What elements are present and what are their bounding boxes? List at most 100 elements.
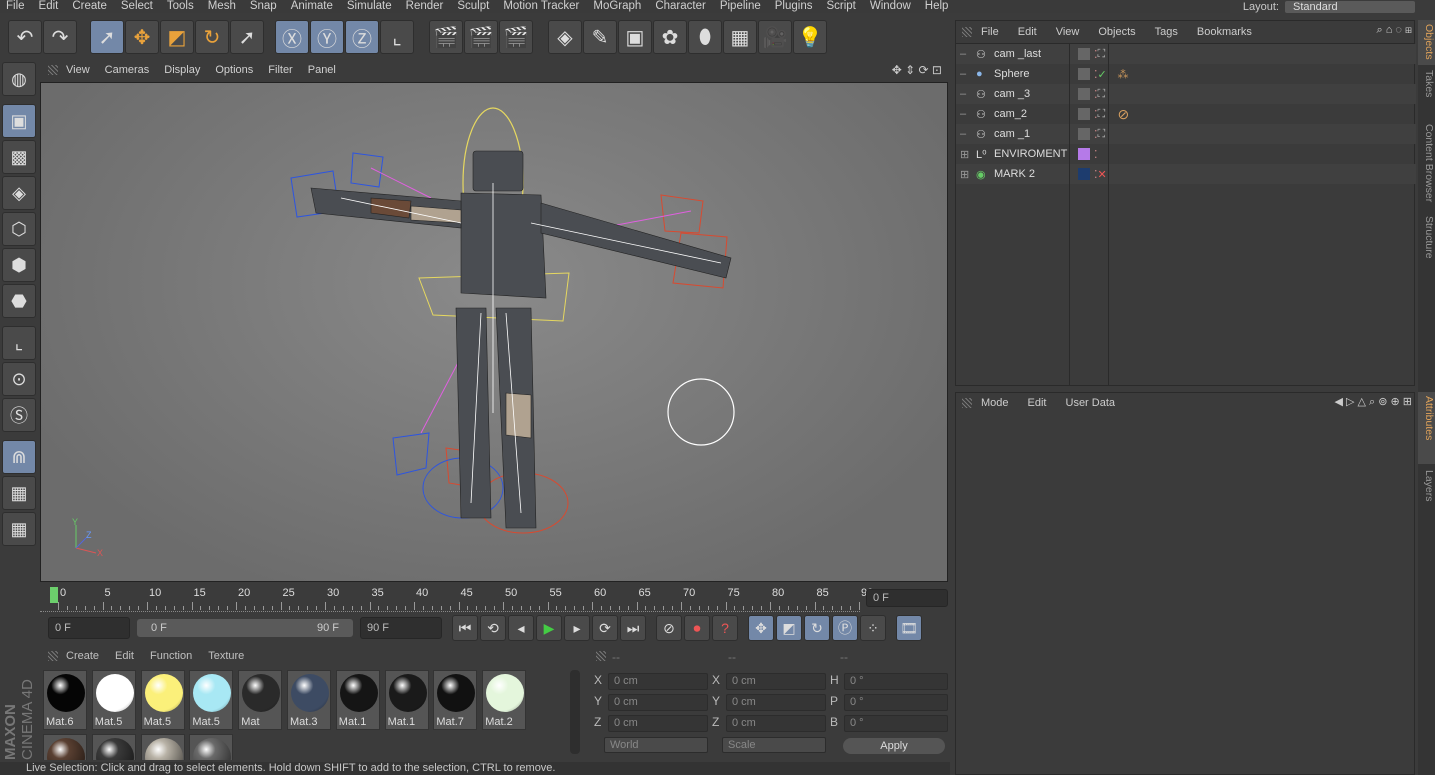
start-frame-field[interactable]: 0 F [48, 617, 130, 639]
rotate-icon[interactable]: ↻ [195, 20, 229, 54]
render-view-icon[interactable]: 🎬 [429, 20, 463, 54]
object-row[interactable]: ⊞ L⁰ ENVIROMENT ⁚ [956, 144, 1416, 164]
key-pla-icon[interactable]: ⁘ [860, 615, 886, 641]
viewport-menu-filter[interactable]: Filter [268, 64, 292, 76]
material-swatch[interactable]: Mat.2 [482, 670, 527, 730]
edit-render-settings-icon[interactable]: 🎬 [499, 20, 533, 54]
expand-icon[interactable]: ⊞ [960, 148, 976, 161]
size-y-field[interactable]: 0 cm [726, 694, 826, 711]
undo-icon[interactable]: ↶ [8, 20, 42, 54]
material-menu-create[interactable]: Create [66, 650, 99, 662]
frame-range-slider[interactable]: 0 F 90 F [137, 619, 353, 637]
material-swatch[interactable]: Mat.5 [189, 670, 234, 730]
camera-icon[interactable]: 🎥 [758, 20, 792, 54]
side-tab-content-browser[interactable]: Content Browser [1418, 120, 1435, 210]
material-swatch[interactable]: Mat [238, 670, 283, 730]
menu-edit[interactable]: Edit [39, 0, 59, 12]
panel-grip[interactable] [962, 398, 972, 408]
timeline-ruler[interactable]: 051015202530354045505560657075808590 0 F [40, 585, 948, 612]
end-frame-field[interactable]: 90 F [360, 617, 442, 639]
object-menu-file[interactable]: File [981, 26, 999, 38]
viewport-menu-view[interactable]: View [66, 64, 90, 76]
size-z-field[interactable]: 0 cm [726, 715, 826, 732]
visibility-dots-icon[interactable]: ⁚ [1094, 148, 1098, 161]
object-row[interactable]: – ⚇ cam _3 ⁚ ⛶ [956, 84, 1416, 104]
layer-icon[interactable] [1078, 128, 1090, 140]
side-tab-attributes[interactable]: Attributes [1418, 392, 1435, 464]
light-icon[interactable]: 💡 [793, 20, 827, 54]
layer-icon[interactable] [1078, 88, 1090, 100]
menu-snap[interactable]: Snap [250, 0, 277, 12]
layout-selector[interactable]: Layout: Standard [1243, 0, 1415, 13]
material-swatch[interactable]: Mat.5 [91, 670, 136, 730]
lock-workplane-icon[interactable]: ▦ [2, 476, 36, 510]
menu-create[interactable]: Create [72, 0, 107, 12]
size-mode-dropdown[interactable]: Scale [722, 737, 826, 753]
viewport-menu-panel[interactable]: Panel [308, 64, 336, 76]
menu-character[interactable]: Character [655, 0, 706, 12]
z-axis-icon[interactable]: Ⓩ [345, 20, 379, 54]
coordinate-system-icon[interactable]: ⌞ [380, 20, 414, 54]
tweak-icon[interactable]: ⊙ [2, 362, 36, 396]
disabled-x-icon[interactable]: ✕ [1098, 168, 1112, 181]
viewport-nav-icons[interactable]: ✥ ⇕ ⟳ ⊡ [892, 63, 942, 77]
material-swatch[interactable]: Mat.7 [433, 670, 478, 730]
menu-tools[interactable]: Tools [167, 0, 194, 12]
menu-sculpt[interactable]: Sculpt [457, 0, 489, 12]
attribute-menu-mode[interactable]: Mode [981, 397, 1009, 409]
object-menu-bookmarks[interactable]: Bookmarks [1197, 26, 1252, 38]
snap-icon[interactable]: ⋒ [2, 440, 36, 474]
material-menu-edit[interactable]: Edit [115, 650, 134, 662]
key-scale-icon[interactable]: ◩ [776, 615, 802, 641]
panel-grip[interactable] [48, 651, 58, 661]
timeline-icon[interactable]: 🎞 [896, 615, 922, 641]
object-row[interactable]: – ⚇ cam _last ⁚ ⛶ [956, 44, 1416, 64]
side-tab-objects[interactable]: Objects [1418, 20, 1435, 65]
key-parameter-icon[interactable]: Ⓟ [832, 615, 858, 641]
model-mode-icon[interactable]: ▣ [2, 104, 36, 138]
live-selection-icon[interactable]: ➚ [90, 20, 124, 54]
object-menu-edit[interactable]: Edit [1018, 26, 1037, 38]
layer-icon[interactable] [1078, 108, 1090, 120]
object-row[interactable]: – ⚇ cam _1 ⁚ ⛶ [956, 124, 1416, 144]
goto-start-button[interactable]: ⏮ [452, 615, 478, 641]
object-manager-icons[interactable]: ⌕ ⌂ ◌ ⊞ [1376, 24, 1412, 37]
menu-motion-tracker[interactable]: Motion Tracker [503, 0, 579, 12]
materials-scrollbar[interactable] [570, 670, 580, 754]
menu-file[interactable]: File [6, 0, 25, 12]
key-rotation-icon[interactable]: ↻ [804, 615, 830, 641]
deformer-icon[interactable]: ⬮ [688, 20, 722, 54]
recent-tool-icon[interactable]: ➚ [230, 20, 264, 54]
keyframe-selection-icon[interactable]: ? [712, 615, 738, 641]
object-menu-tags[interactable]: Tags [1155, 26, 1178, 38]
layer-color-swatch[interactable] [1078, 168, 1090, 180]
scale-icon[interactable]: ◩ [160, 20, 194, 54]
workplane-icon[interactable]: ◈ [2, 176, 36, 210]
cube-icon[interactable]: ◈ [548, 20, 582, 54]
rot-h-field[interactable]: 0 ° [844, 673, 948, 690]
menu-mesh[interactable]: Mesh [208, 0, 236, 12]
redo-icon[interactable]: ↷ [43, 20, 77, 54]
menu-mograph[interactable]: MoGraph [593, 0, 641, 12]
layer-color-swatch[interactable] [1078, 148, 1090, 160]
rot-b-field[interactable]: 0 ° [844, 715, 948, 732]
menu-help[interactable]: Help [925, 0, 949, 12]
check-icon[interactable]: ✓ [1098, 68, 1112, 81]
polygons-mode-icon[interactable]: ⬣ [2, 284, 36, 318]
menu-animate[interactable]: Animate [291, 0, 333, 12]
step-back-button[interactable]: ◂ [508, 615, 534, 641]
workplane-grid-icon[interactable]: ▦ [2, 512, 36, 546]
pos-z-field[interactable]: 0 cm [608, 715, 708, 732]
attribute-nav-icons[interactable]: ◀ ▷ △ ⌕ ⊚ ⊕ ⊞ [1334, 395, 1412, 409]
side-tab-layers[interactable]: Layers [1418, 466, 1435, 510]
solo-icon[interactable]: Ⓢ [2, 398, 36, 432]
material-swatch[interactable]: Mat.1 [384, 670, 429, 730]
menu-select[interactable]: Select [121, 0, 153, 12]
material-swatch[interactable]: Mat.1 [335, 670, 380, 730]
texture-tag-icon[interactable]: ⁂ [1118, 68, 1129, 81]
move-icon[interactable]: ✥ [125, 20, 159, 54]
autokey-icon[interactable]: ⏺ [684, 615, 710, 641]
menu-window[interactable]: Window [870, 0, 911, 12]
x-axis-icon[interactable]: Ⓧ [275, 20, 309, 54]
layer-icon[interactable] [1078, 48, 1090, 60]
